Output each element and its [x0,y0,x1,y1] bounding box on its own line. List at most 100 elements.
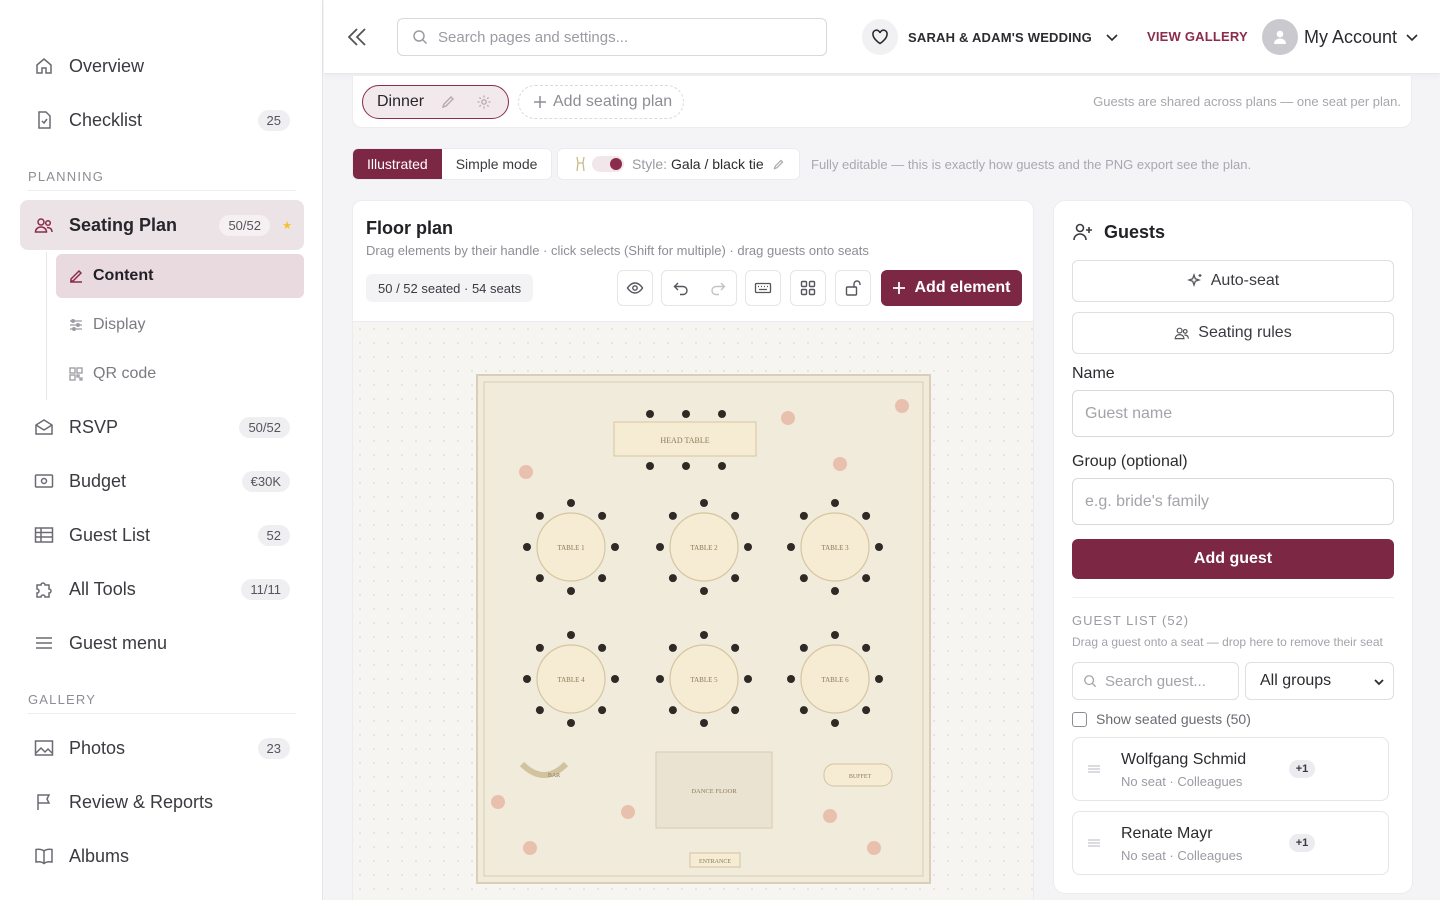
seat[interactable] [598,643,607,652]
seat[interactable] [700,631,708,639]
seat[interactable] [656,543,664,551]
event-switcher[interactable]: SARAH & ADAM'S WEDDING [862,18,1120,56]
seat[interactable] [611,543,619,551]
drag-handle-icon[interactable] [1087,838,1101,848]
seat[interactable] [831,499,839,507]
nav-all-tools[interactable]: All Tools 11/11 [20,564,304,614]
seat[interactable] [875,675,883,683]
seat[interactable] [611,675,619,683]
seat[interactable] [535,574,544,583]
list-item[interactable]: Renate Mayr No seat · Colleagues +1 [1072,811,1389,875]
add-seating-plan-button[interactable]: Add seating plan [518,85,684,119]
seat[interactable] [862,706,871,715]
pencil-icon[interactable] [440,94,456,110]
seat[interactable] [523,675,531,683]
seat[interactable] [799,511,808,520]
round-table[interactable]: TABLE 2 [656,499,752,595]
seat[interactable] [535,511,544,520]
mode-simple[interactable]: Simple mode [442,149,552,179]
round-table[interactable]: TABLE 6 [787,631,883,727]
seat[interactable] [862,574,871,583]
round-table[interactable]: TABLE 5 [656,631,752,727]
seat[interactable] [700,587,708,595]
seat[interactable] [718,462,726,470]
style-picker[interactable]: Style: Gala / black tie [557,148,800,180]
seat[interactable] [668,574,677,583]
seat[interactable] [668,706,677,715]
seat[interactable] [567,587,575,595]
list-item[interactable]: Wolfgang Schmid No seat · Colleagues +1 [1072,737,1389,801]
style-switch[interactable] [592,156,624,172]
view-gallery-link[interactable]: VIEW GALLERY [1147,29,1248,44]
nav-albums[interactable]: Albums [20,831,304,881]
seat[interactable] [799,643,808,652]
nav-photos[interactable]: Photos 23 [20,723,304,773]
guest-search-input[interactable]: Search guest... [1072,662,1239,700]
round-table[interactable]: TABLE 1 [523,499,619,595]
sub-qr-code[interactable]: QR code [56,352,304,396]
seat[interactable] [799,574,808,583]
seat[interactable] [700,499,708,507]
global-search-input[interactable]: Search pages and settings... [397,18,827,56]
seat[interactable] [799,706,808,715]
gear-icon[interactable] [476,94,492,110]
seat[interactable] [535,706,544,715]
seat[interactable] [656,675,664,683]
seat[interactable] [668,643,677,652]
grid-button[interactable] [790,270,826,306]
account-menu[interactable]: My Account [1262,19,1419,55]
add-guest-button[interactable]: Add guest [1072,539,1394,579]
guest-group-input[interactable] [1072,478,1394,525]
seat[interactable] [598,706,607,715]
seat[interactable] [787,675,795,683]
sub-content[interactable]: Content [56,254,304,298]
seat[interactable] [731,574,740,583]
seating-rules-button[interactable]: Seating rules [1072,312,1394,354]
sub-display[interactable]: Display [56,303,304,347]
keyboard-button[interactable] [745,270,781,306]
seat[interactable] [744,543,752,551]
collapse-sidebar-icon[interactable] [346,24,368,50]
group-filter-select[interactable]: All groups [1245,662,1394,700]
redo-icon[interactable] [699,271,736,305]
undo-icon[interactable] [662,271,699,305]
nav-review-reports[interactable]: Review & Reports [20,777,304,827]
seat[interactable] [744,675,752,683]
preview-button[interactable] [617,270,653,306]
seat[interactable] [787,543,795,551]
seat[interactable] [731,643,740,652]
seat[interactable] [862,643,871,652]
seat[interactable] [646,410,654,418]
round-table[interactable]: TABLE 3 [787,499,883,595]
nav-overview[interactable]: Overview [20,41,304,91]
seat[interactable] [731,511,740,520]
seat[interactable] [567,631,575,639]
seat[interactable] [875,543,883,551]
auto-seat-button[interactable]: Auto-seat [1072,260,1394,302]
seat[interactable] [682,462,690,470]
nav-checklist[interactable]: Checklist 25 [20,95,304,145]
seat[interactable] [700,719,708,727]
plan-tab-dinner[interactable]: Dinner [362,85,509,119]
nav-seating-plan[interactable]: Seating Plan 50/52 ★ [20,200,304,250]
seat[interactable] [682,410,690,418]
seat[interactable] [831,719,839,727]
drag-handle-icon[interactable] [1087,764,1101,774]
seat[interactable] [831,587,839,595]
guest-name-input[interactable] [1072,390,1394,437]
nav-budget[interactable]: Budget €30K [20,456,304,506]
seat[interactable] [567,499,575,507]
show-seated-toggle[interactable]: Show seated guests (50) [1072,711,1251,727]
lock-button[interactable] [835,270,871,306]
mode-illustrated[interactable]: Illustrated [353,149,442,179]
nav-guest-list[interactable]: Guest List 52 [20,510,304,560]
seat[interactable] [567,719,575,727]
seat[interactable] [598,511,607,520]
seat[interactable] [598,574,607,583]
add-element-button[interactable]: Add element [881,270,1022,306]
seat[interactable] [535,643,544,652]
floor-canvas[interactable]: HEAD TABLE TABLE 1 TABLE 2 TABLE 3 TABLE 4T… [353,321,1033,900]
seat[interactable] [523,543,531,551]
seat[interactable] [668,511,677,520]
nav-rsvp[interactable]: RSVP 50/52 [20,402,304,452]
